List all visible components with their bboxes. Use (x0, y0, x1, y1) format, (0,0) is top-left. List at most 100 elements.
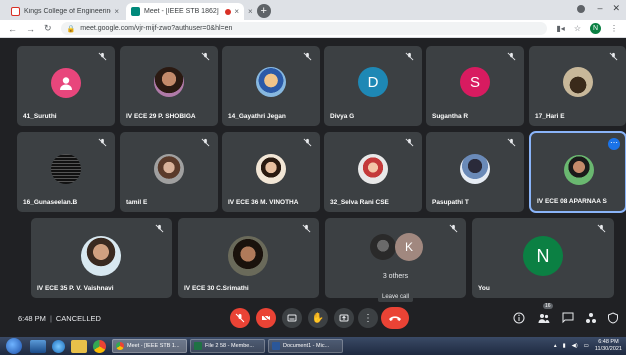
raise-hand-button[interactable]: ✋ (308, 308, 328, 328)
others-tile[interactable]: K 3 others (325, 218, 466, 298)
self-tile[interactable]: N You (472, 218, 614, 298)
chat-icon[interactable] (562, 312, 574, 324)
activities-icon[interactable] (585, 312, 597, 324)
chrome-icon (116, 342, 124, 350)
mic-off-icon (507, 138, 516, 147)
participant-photo (460, 154, 490, 184)
participant-grid: 41_Suruthi IV ECE 29 P. SHOBIGA 14_Gayat… (0, 38, 626, 300)
participant-tile[interactable]: 32_Selva Rani CSE (324, 132, 422, 212)
profile-icon[interactable] (575, 3, 588, 15)
network-icon[interactable]: ▮ (563, 343, 566, 349)
close-window-icon[interactable]: ✕ (612, 3, 620, 15)
leave-call-tooltip: Leave call (378, 292, 414, 302)
tab-label: Kings College of Engineering Mi (24, 8, 112, 15)
participant-tile[interactable]: 16_Gunaseelan.B (17, 132, 115, 212)
participant-tile[interactable]: Pasupathi T (426, 132, 524, 212)
internet-explorer-icon[interactable] (52, 339, 65, 353)
close-icon[interactable]: × (248, 7, 253, 16)
chrome-icon[interactable] (93, 339, 106, 353)
file-explorer-icon[interactable] (71, 339, 87, 353)
mic-toggle-button[interactable] (230, 308, 250, 328)
participant-photo (358, 154, 388, 184)
word-icon (272, 342, 280, 350)
host-controls-icon[interactable] (607, 312, 619, 324)
tab-label: Meet - [IEEE STB 1862] (144, 8, 219, 15)
participant-photo (81, 236, 121, 276)
camera-permission-icon[interactable]: ▮◂ (556, 24, 564, 33)
participant-tile[interactable]: 41_Suruthi (17, 46, 115, 126)
participant-photo (256, 67, 286, 97)
mic-off-icon (597, 224, 606, 233)
more-options-icon[interactable]: ⋯ (608, 138, 620, 150)
recording-icon (225, 8, 232, 15)
mic-off-icon (235, 313, 245, 323)
system-tray: ▴ ▮ ◀) ▭ 6:48 PM 11/30/2021 (554, 339, 622, 353)
taskbar-item-file[interactable]: File 2 58 - Membe... (190, 339, 265, 353)
participant-tile[interactable]: IV ECE 30 C.Srimathi (178, 218, 319, 298)
participant-name: IV ECE 35 P. V. Vaishnavi (37, 285, 114, 292)
mic-off-icon (405, 138, 414, 147)
meeting-status: 6:48 PM | CANCELLED (18, 314, 101, 323)
menu-icon[interactable]: ⋮ (610, 24, 618, 33)
participant-tile[interactable]: IV ECE 29 P. SHOBIGA (120, 46, 218, 126)
meeting-time: 6:48 PM (18, 314, 46, 323)
participant-name: 41_Suruthi (23, 113, 57, 120)
participant-tile[interactable]: IV ECE 35 P. V. Vaishnavi (31, 218, 172, 298)
participant-tile[interactable]: IV ECE 36 M. VINOTHA (222, 132, 320, 212)
captions-button[interactable] (282, 308, 302, 328)
participant-tile[interactable]: 14_Gayathri Jegan (222, 46, 320, 126)
people-icon[interactable] (538, 312, 550, 324)
tab-kings-college[interactable]: Kings College of Engineering Mi × (6, 3, 124, 20)
account-avatar[interactable]: N (590, 23, 601, 34)
battery-icon[interactable]: ▭ (584, 343, 589, 349)
meet-icon (131, 7, 140, 16)
camera-toggle-button[interactable] (256, 308, 276, 328)
mic-off-icon (201, 138, 210, 147)
participant-tile[interactable]: 17_Hari E (529, 46, 626, 126)
present-button[interactable] (334, 308, 354, 328)
url-text: meet.google.com/vjr-mijf-zwo?authuser=0&… (80, 25, 233, 32)
window-controls: – ✕ (575, 3, 620, 15)
tab-meet[interactable]: Meet - [IEEE STB 1862] × (126, 3, 244, 20)
info-icon[interactable] (513, 312, 525, 324)
mic-off-icon (302, 224, 311, 233)
participant-name: IV ECE 30 C.Srimathi (184, 285, 249, 292)
taskbar-item-meet[interactable]: Meet - [IEEE STB 1... (112, 339, 187, 353)
initial-avatar: K (395, 233, 423, 261)
new-tab-button[interactable]: + (256, 4, 271, 18)
participant-name: IV ECE 08 APARNAA S (537, 198, 607, 205)
address-bar: ← → ↻ 🔒 meet.google.com/vjr-mijf-zwo?aut… (0, 20, 626, 38)
more-vert-icon: ⋮ (363, 312, 373, 324)
participant-name: Divya G (330, 113, 355, 120)
start-button[interactable] (6, 338, 22, 354)
participant-tile[interactable]: S Sugantha R (426, 46, 524, 126)
media-player-icon[interactable] (30, 339, 46, 353)
back-icon[interactable]: ← (8, 24, 17, 34)
more-options-button[interactable]: ⋮ (358, 308, 378, 328)
show-hidden-icons[interactable]: ▴ (554, 343, 557, 349)
taskbar-clock[interactable]: 6:48 PM 11/30/2021 (595, 339, 622, 353)
close-tab-icon[interactable]: × (114, 7, 119, 16)
mic-off-icon (98, 138, 107, 147)
volume-icon[interactable]: ◀) (572, 343, 578, 349)
participant-tile[interactable]: tamil E (120, 132, 218, 212)
close-tab-icon[interactable]: × (234, 7, 239, 16)
clock-time: 6:48 PM (598, 339, 619, 345)
forward-icon[interactable]: → (26, 24, 35, 34)
star-icon[interactable]: ☆ (574, 24, 581, 33)
participant-photo (154, 67, 184, 97)
taskbar-item-document[interactable]: Document1 - Mic... (268, 339, 343, 353)
lock-icon: 🔒 (66, 25, 76, 33)
gmail-icon (11, 7, 20, 16)
leave-call-button[interactable] (381, 307, 409, 329)
reload-icon[interactable]: ↻ (44, 23, 52, 34)
initial-avatar: D (358, 67, 388, 97)
participant-tile[interactable]: D Divya G (324, 46, 422, 126)
minimize-icon[interactable]: – (597, 3, 602, 15)
url-field[interactable]: 🔒 meet.google.com/vjr-mijf-zwo?authuser=… (60, 22, 548, 35)
participant-name: 32_Selva Rani CSE (330, 199, 389, 206)
default-avatar-icon (51, 68, 81, 98)
participant-tile-active[interactable]: ⋯ IV ECE 08 APARNAA S (529, 131, 626, 213)
screen: Kings College of Engineering Mi × Meet -… (0, 0, 626, 355)
participant-name: Sugantha R (432, 113, 469, 120)
